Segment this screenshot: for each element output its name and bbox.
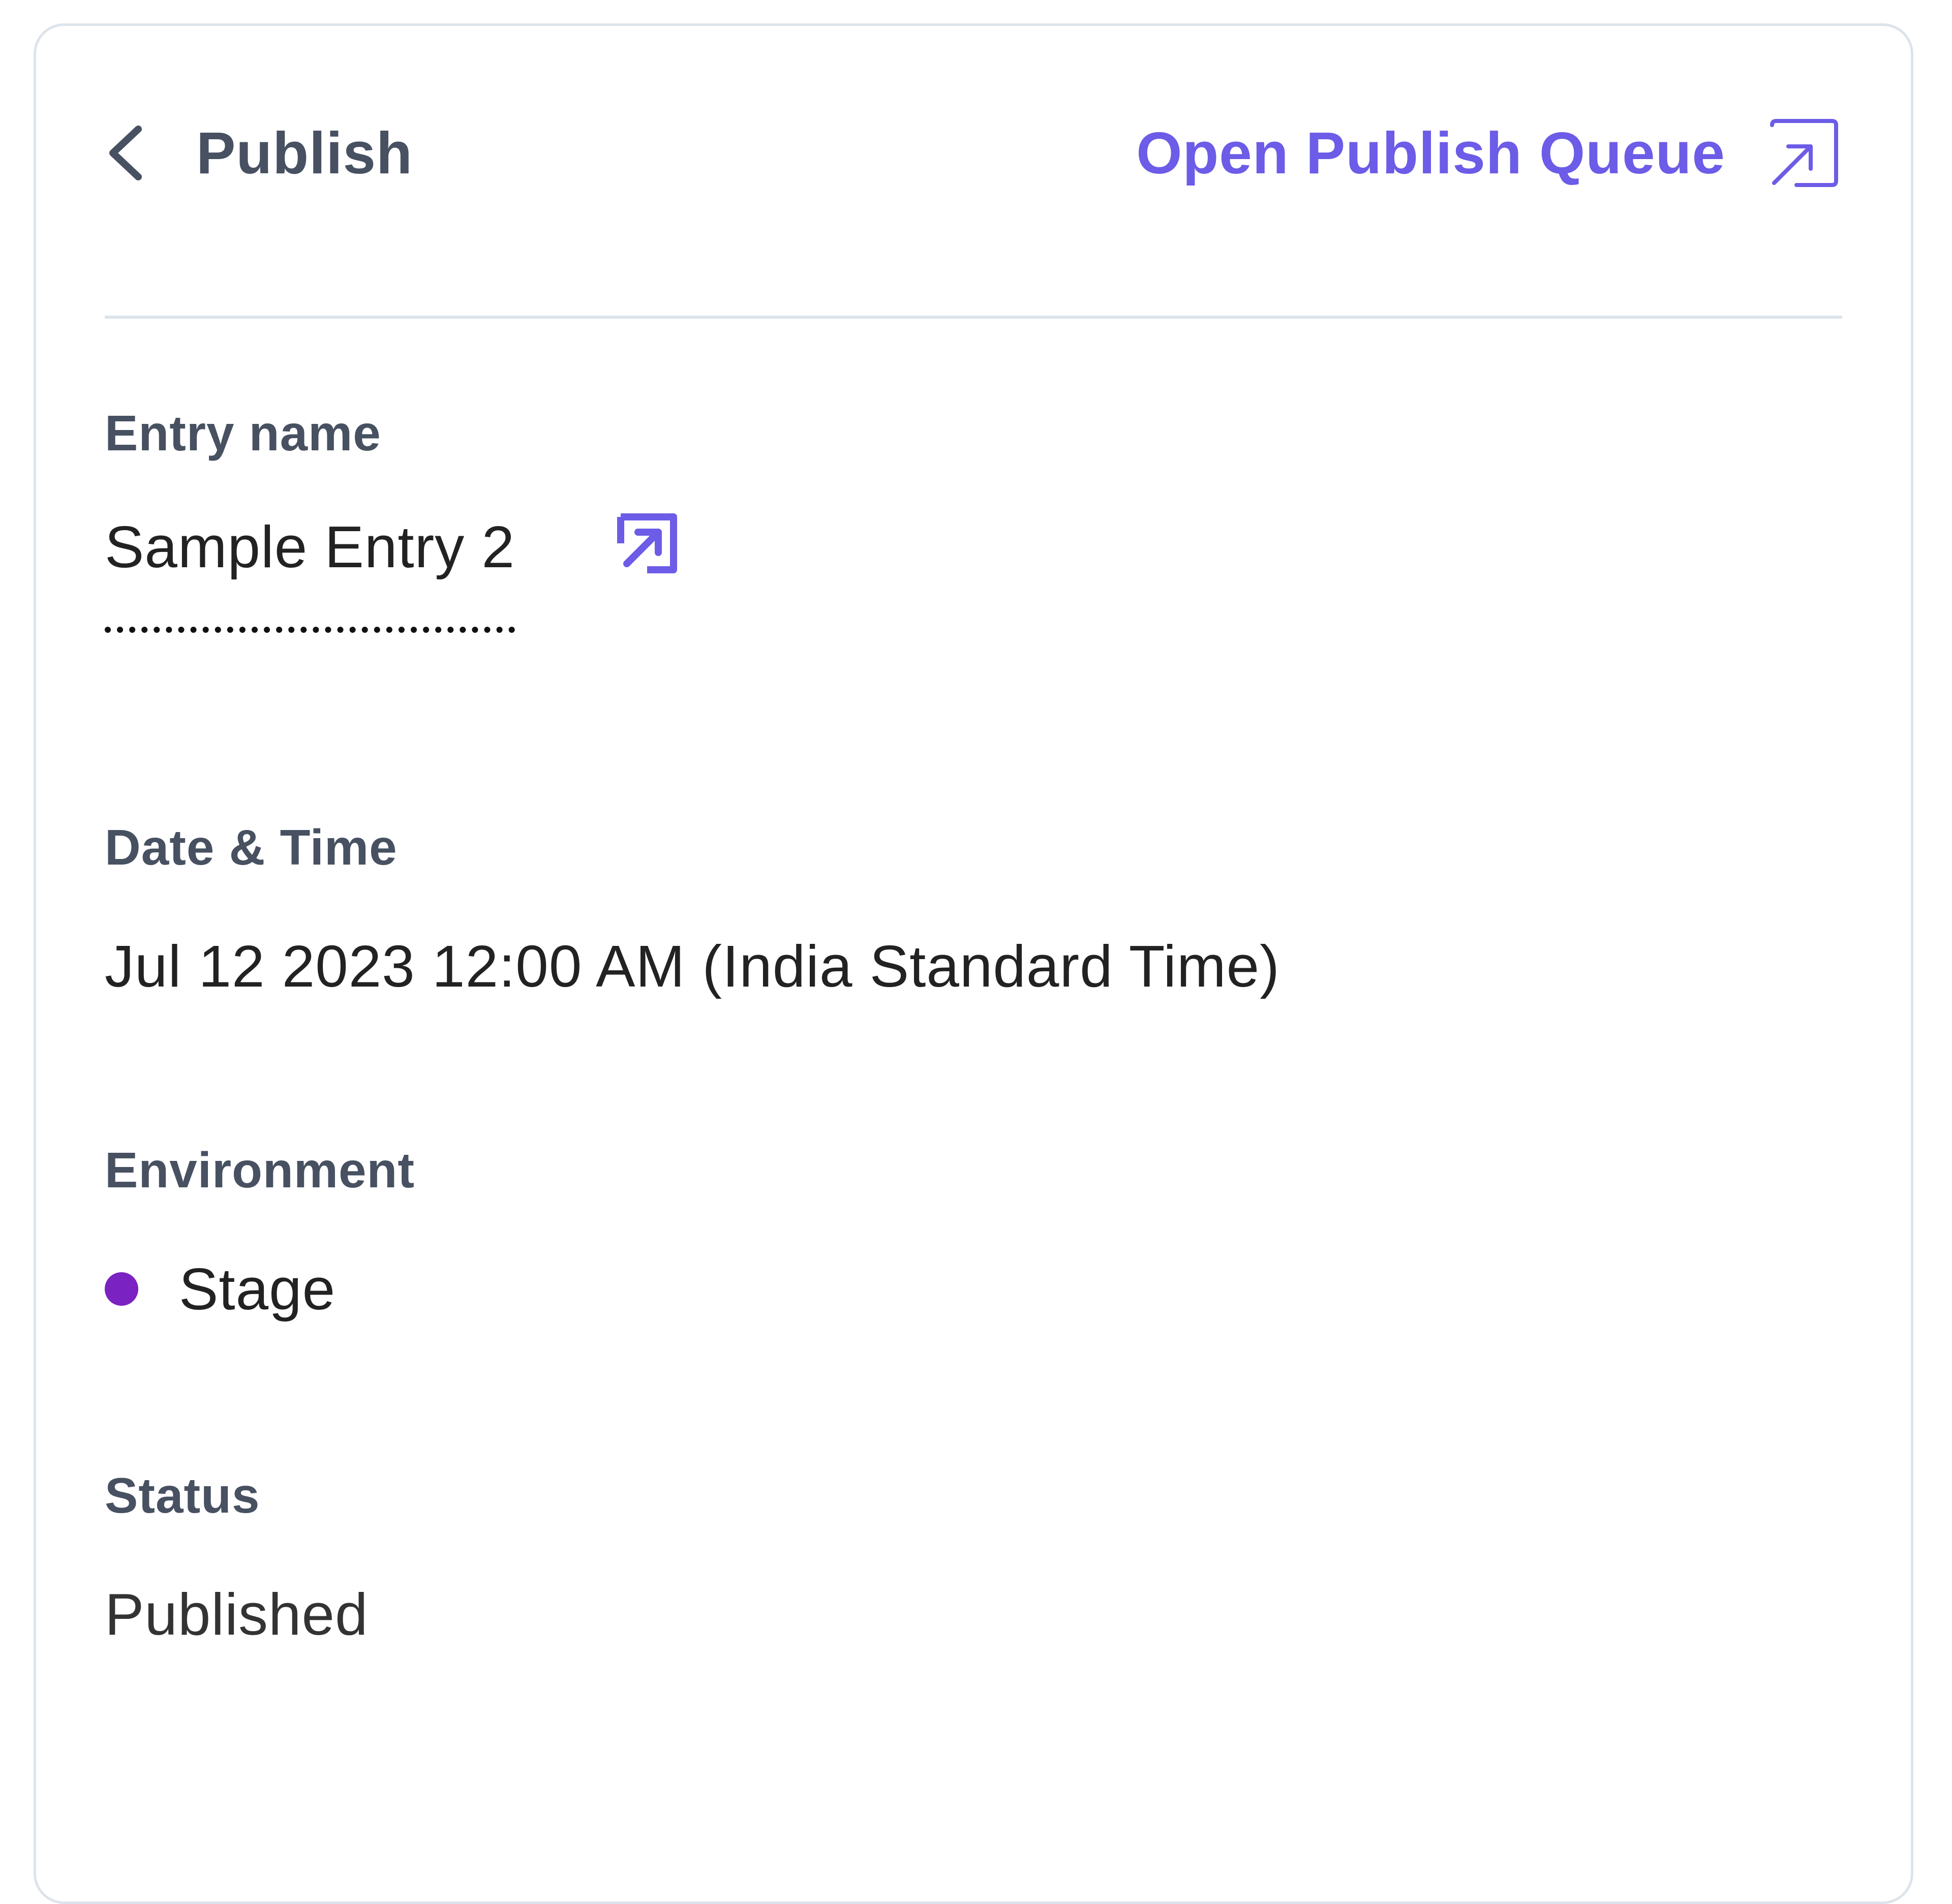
environment-field: Environment Stage: [105, 1142, 415, 1323]
entry-name-row: Sample Entry 2: [105, 513, 678, 633]
status-label: Status: [105, 1467, 260, 1523]
environment-value: Stage: [179, 1256, 336, 1322]
external-link-icon: [1770, 119, 1838, 187]
header-divider: [105, 316, 1842, 319]
datetime-value: Jul 12 2023 12:00 AM (India Standard Tim…: [105, 933, 1280, 999]
status-value: Published: [105, 1581, 369, 1647]
chevron-left-icon: [109, 126, 142, 180]
status-field: Status Published: [105, 1467, 368, 1648]
back-button[interactable]: Publish: [105, 112, 413, 194]
environment-row: Stage: [105, 1255, 415, 1323]
open-publish-queue-link[interactable]: Open Publish Queue: [1136, 112, 1842, 194]
datetime-field: Date & Time Jul 12 2023 12:00 AM (India …: [105, 819, 1280, 1000]
datetime-label: Date & Time: [105, 819, 398, 875]
open-publish-queue-label: Open Publish Queue: [1136, 120, 1725, 186]
entry-name-field: Entry name Sample Entry 2: [105, 405, 678, 633]
panel-header: Publish Open Publish Queue: [105, 112, 1842, 194]
entry-name-label: Entry name: [105, 405, 381, 461]
entry-open-icon[interactable]: [617, 513, 678, 574]
entry-name-link[interactable]: Sample Entry 2: [105, 513, 515, 633]
publish-panel: Publish Open Publish Queue Entry name Sa…: [34, 23, 1913, 1904]
page-title: Publish: [196, 120, 413, 186]
environment-color-dot: [105, 1272, 138, 1306]
environment-label: Environment: [105, 1142, 415, 1198]
